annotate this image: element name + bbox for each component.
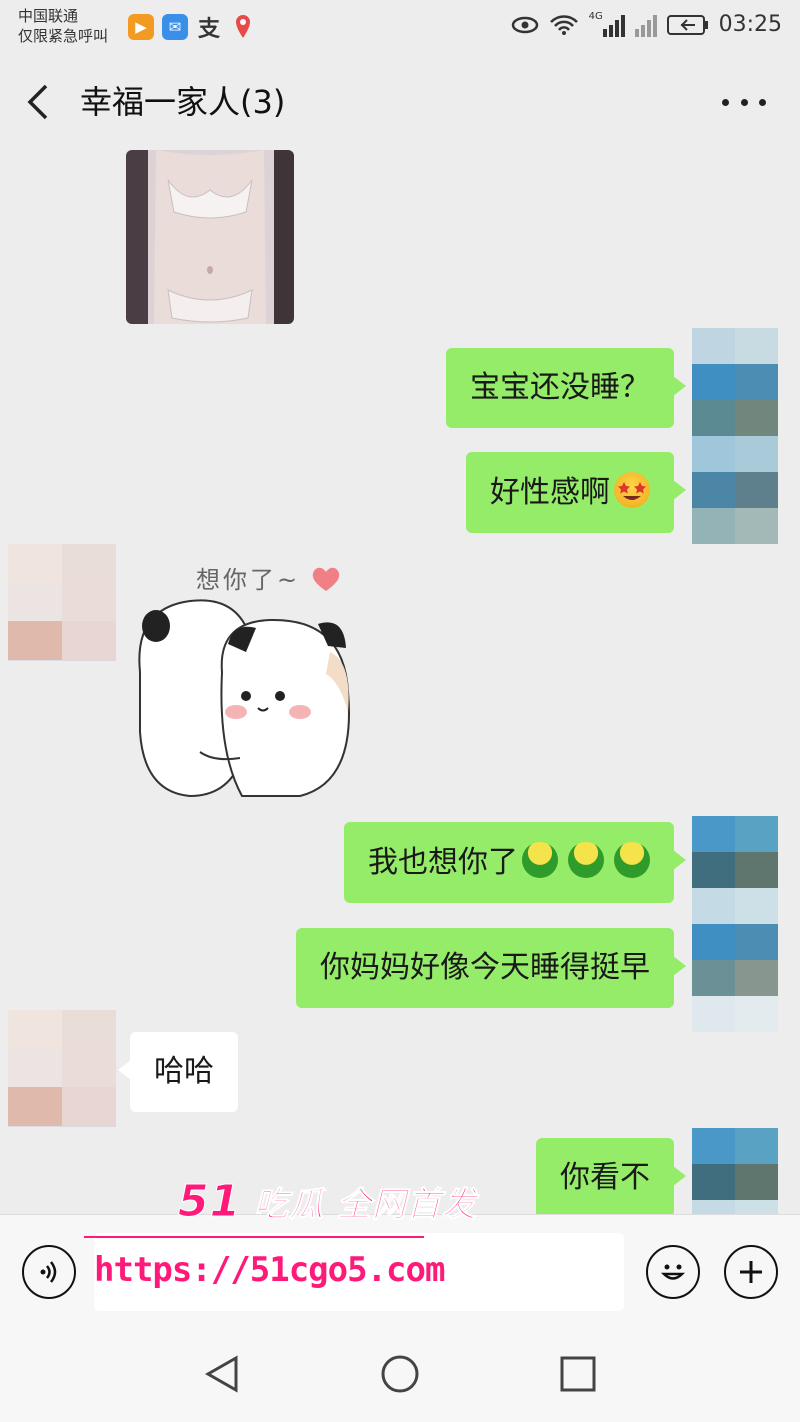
more-options-button[interactable]	[722, 86, 766, 118]
voice-input-button[interactable]	[22, 1245, 76, 1299]
watermark-brand-text: 吃瓜 全网首发	[254, 1185, 477, 1226]
messenger-app-icon: ✉	[162, 14, 188, 40]
voice-icon	[40, 1261, 57, 1283]
contact-avatar[interactable]	[8, 544, 116, 660]
notification-icons: ▶ ✉ 支	[128, 14, 256, 42]
clock: 03:25	[718, 12, 782, 37]
image-message[interactable]	[126, 150, 294, 324]
triangle-back-icon	[204, 1355, 238, 1393]
nav-back-button[interactable]	[202, 1354, 242, 1394]
green-figure-emoji-icon	[568, 842, 604, 878]
signal-2-icon	[634, 13, 657, 37]
system-nav-bar	[0, 1328, 800, 1422]
smiley-icon	[660, 1264, 686, 1280]
carrier-info: 中国联通 仅限紧急呼叫	[18, 6, 108, 46]
my-avatar[interactable]	[692, 328, 778, 544]
message-bubble-out[interactable]: 宝宝还没睡？	[446, 348, 686, 428]
more-dot-icon	[740, 98, 748, 106]
nav-recents-button[interactable]	[558, 1354, 598, 1394]
watermark-line	[84, 1236, 424, 1238]
nav-home-button[interactable]	[380, 1354, 420, 1394]
message-bubble-out[interactable]: 你看不	[536, 1138, 686, 1214]
green-figure-emoji-icon	[614, 842, 650, 878]
sticker-message[interactable]	[130, 552, 362, 800]
more-dot-icon	[759, 98, 766, 106]
message-bubble-in[interactable]: 哈哈	[118, 1032, 238, 1112]
message-text: 你看不	[560, 1160, 650, 1195]
chat-header: 幸福一家人(3)	[0, 56, 800, 148]
green-figure-emoji-icon	[522, 842, 558, 878]
chat-title: 幸福一家人(3)	[80, 83, 286, 121]
message-text: 哈哈	[154, 1054, 214, 1089]
message-text: 好性感啊	[490, 475, 610, 510]
carrier-status: 仅限紧急呼叫	[18, 27, 109, 45]
my-avatar[interactable]	[692, 1128, 778, 1214]
eye-comfort-icon	[511, 16, 538, 33]
contact-avatar[interactable]	[8, 1010, 116, 1126]
message-text: 你妈妈好像今天睡得挺早	[320, 950, 650, 985]
watermark-brand: 51 吃瓜 全网首发	[177, 1176, 477, 1228]
circle-home-icon	[381, 1355, 419, 1393]
more-features-button[interactable]	[724, 1245, 778, 1299]
alipay-icon: 支	[197, 17, 220, 42]
message-list[interactable]: 宝宝还没睡？ 好性感啊 想你了~ 我也想你了 你妈妈好像今天睡得挺早 哈哈 你看…	[0, 148, 800, 1214]
signal-icon: 4G	[588, 10, 625, 37]
emoji-button[interactable]	[646, 1245, 700, 1299]
my-avatar[interactable]	[692, 816, 778, 1032]
message-bubble-out[interactable]: 你妈妈好像今天睡得挺早	[296, 928, 686, 1008]
wifi-icon	[549, 14, 578, 35]
star-struck-emoji-icon	[614, 472, 650, 508]
status-indicators: 4G 03:25	[511, 10, 782, 37]
message-text: 我也想你了	[368, 845, 518, 880]
network-label: 4G	[588, 10, 603, 22]
watermark-brand-number: 51	[177, 1176, 242, 1228]
status-bar: 中国联通 仅限紧急呼叫 ▶ ✉ 支 4G 03:25	[0, 0, 800, 56]
message-bubble-out[interactable]: 我也想你了	[344, 822, 686, 903]
battery-icon	[666, 14, 708, 35]
watermark-url: https://51cgo5.com	[94, 1250, 445, 1290]
square-recents-icon	[560, 1356, 596, 1392]
more-dot-icon	[722, 98, 729, 106]
location-pin-icon	[230, 14, 256, 40]
plus-icon	[740, 1261, 762, 1283]
back-button[interactable]	[22, 82, 58, 122]
carrier-name: 中国联通	[18, 7, 79, 25]
message-bubble-out[interactable]: 好性感啊	[466, 452, 686, 533]
back-arrow-icon	[27, 84, 48, 120]
message-text: 宝宝还没睡？	[470, 370, 650, 405]
video-app-icon: ▶	[128, 14, 154, 40]
